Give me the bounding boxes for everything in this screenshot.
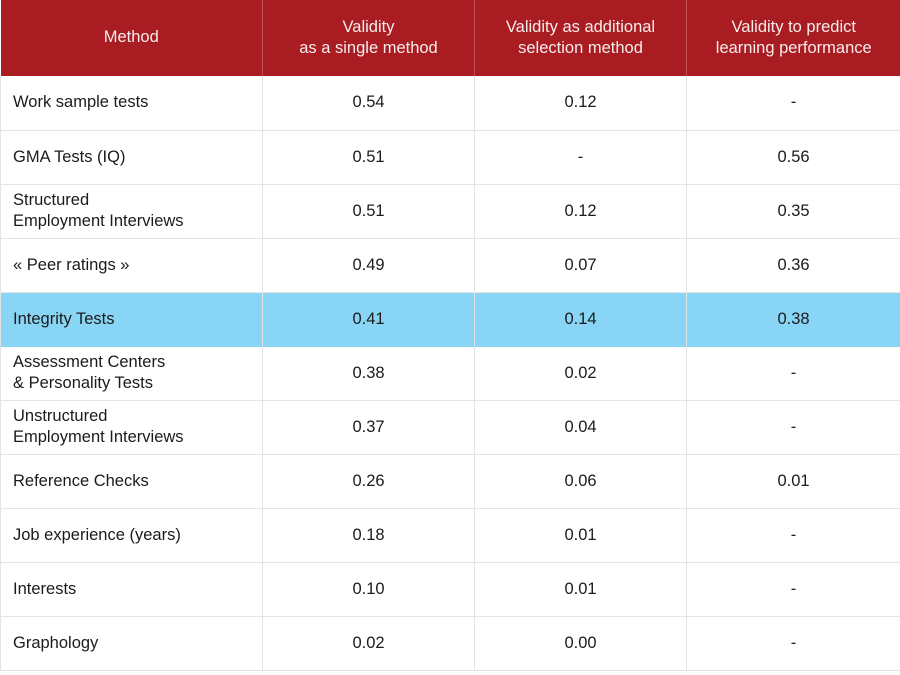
method-label-line1: Assessment Centers [13,353,165,371]
table-row: « Peer ratings » 0.490.070.36 [1,238,900,292]
cell-method: « Peer ratings » [1,238,263,292]
method-label-line2: Employment Interviews [13,427,252,448]
cell-method: Job experience (years) [1,508,263,562]
method-label-line1: Interests [13,580,76,598]
validity-table-container: Method Validity as a single method Valid… [0,0,900,675]
cell-validity-additional: 0.04 [475,400,687,454]
method-label-line1: « Peer ratings » [13,256,129,274]
table-row: Job experience (years) 0.180.01- [1,508,900,562]
method-label-line1: GMA Tests (IQ) [13,148,125,166]
cell-method: Work sample tests [1,76,263,130]
cell-validity-additional: 0.12 [475,184,687,238]
cell-validity-additional: 0.02 [475,346,687,400]
column-header-validity-single-line2: as a single method [299,39,438,57]
cell-method: Graphology [1,616,263,670]
cell-validity-additional: 0.01 [475,562,687,616]
column-header-validity-learning-line2: learning performance [716,39,872,57]
column-header-method: Method [1,0,263,76]
method-label-line1: Integrity Tests [13,310,115,328]
table-row: Work sample tests 0.540.12- [1,76,900,130]
table-body: Work sample tests0.540.12-GMA Tests (IQ)… [1,76,900,670]
method-label-line1: Reference Checks [13,472,149,490]
cell-method: Integrity Tests [1,292,263,346]
cell-validity-learning: 0.38 [687,292,900,346]
cell-validity-single: 0.10 [263,562,475,616]
cell-method: Unstructured Employment Interviews [1,400,263,454]
table-row: Graphology 0.020.00- [1,616,900,670]
method-label-line1: Structured [13,191,89,209]
method-label-line2: Employment Interviews [13,211,252,232]
cell-validity-single: 0.49 [263,238,475,292]
column-header-validity-additional: Validity as additional selection method [475,0,687,76]
cell-validity-single: 0.38 [263,346,475,400]
table-row: Assessment Centers & Personality Tests 0.3… [1,346,900,400]
table-header: Method Validity as a single method Valid… [1,0,900,76]
cell-validity-learning: - [687,616,900,670]
table-row: Structured Employment Interviews 0.510.120… [1,184,900,238]
cell-validity-single: 0.41 [263,292,475,346]
table-row: GMA Tests (IQ) 0.51-0.56 [1,130,900,184]
cell-validity-single: 0.51 [263,184,475,238]
column-header-validity-additional-line2: selection method [518,39,643,57]
cell-validity-single: 0.02 [263,616,475,670]
cell-method: Assessment Centers & Personality Tests [1,346,263,400]
cell-validity-learning: 0.35 [687,184,900,238]
cell-validity-learning: - [687,562,900,616]
cell-validity-additional: 0.01 [475,508,687,562]
method-label-line1: Unstructured [13,407,107,425]
cell-validity-additional: - [475,130,687,184]
method-label-line1: Work sample tests [13,93,148,111]
cell-validity-learning: - [687,400,900,454]
table-row: Reference Checks 0.260.060.01 [1,454,900,508]
method-label-line1: Graphology [13,634,98,652]
cell-method: GMA Tests (IQ) [1,130,263,184]
cell-validity-additional: 0.14 [475,292,687,346]
cell-validity-learning: - [687,508,900,562]
column-header-validity-additional-line1: Validity as additional [506,18,655,36]
method-label-line1: Job experience (years) [13,526,181,544]
cell-validity-additional: 0.07 [475,238,687,292]
cell-validity-learning: 0.36 [687,238,900,292]
table-row: Interests 0.100.01- [1,562,900,616]
column-header-validity-learning: Validity to predict learning performance [687,0,900,76]
table-row: Integrity Tests 0.410.140.38 [1,292,900,346]
column-header-validity-single-line1: Validity [343,18,395,36]
column-header-method-line1: Method [104,28,159,46]
selection-method-validity-table: Method Validity as a single method Valid… [0,0,900,671]
cell-validity-learning: - [687,76,900,130]
cell-validity-additional: 0.06 [475,454,687,508]
table-row: Unstructured Employment Interviews 0.370.0… [1,400,900,454]
cell-validity-single: 0.37 [263,400,475,454]
cell-validity-single: 0.26 [263,454,475,508]
cell-validity-learning: 0.56 [687,130,900,184]
cell-validity-additional: 0.12 [475,76,687,130]
cell-validity-single: 0.51 [263,130,475,184]
cell-validity-single: 0.54 [263,76,475,130]
table-header-row: Method Validity as a single method Valid… [1,0,900,76]
cell-validity-single: 0.18 [263,508,475,562]
column-header-validity-single: Validity as a single method [263,0,475,76]
cell-method: Reference Checks [1,454,263,508]
cell-method: Structured Employment Interviews [1,184,263,238]
cell-validity-learning: 0.01 [687,454,900,508]
method-label-line2: & Personality Tests [13,373,252,394]
cell-validity-additional: 0.00 [475,616,687,670]
cell-method: Interests [1,562,263,616]
cell-validity-learning: - [687,346,900,400]
column-header-validity-learning-line1: Validity to predict [732,18,856,36]
